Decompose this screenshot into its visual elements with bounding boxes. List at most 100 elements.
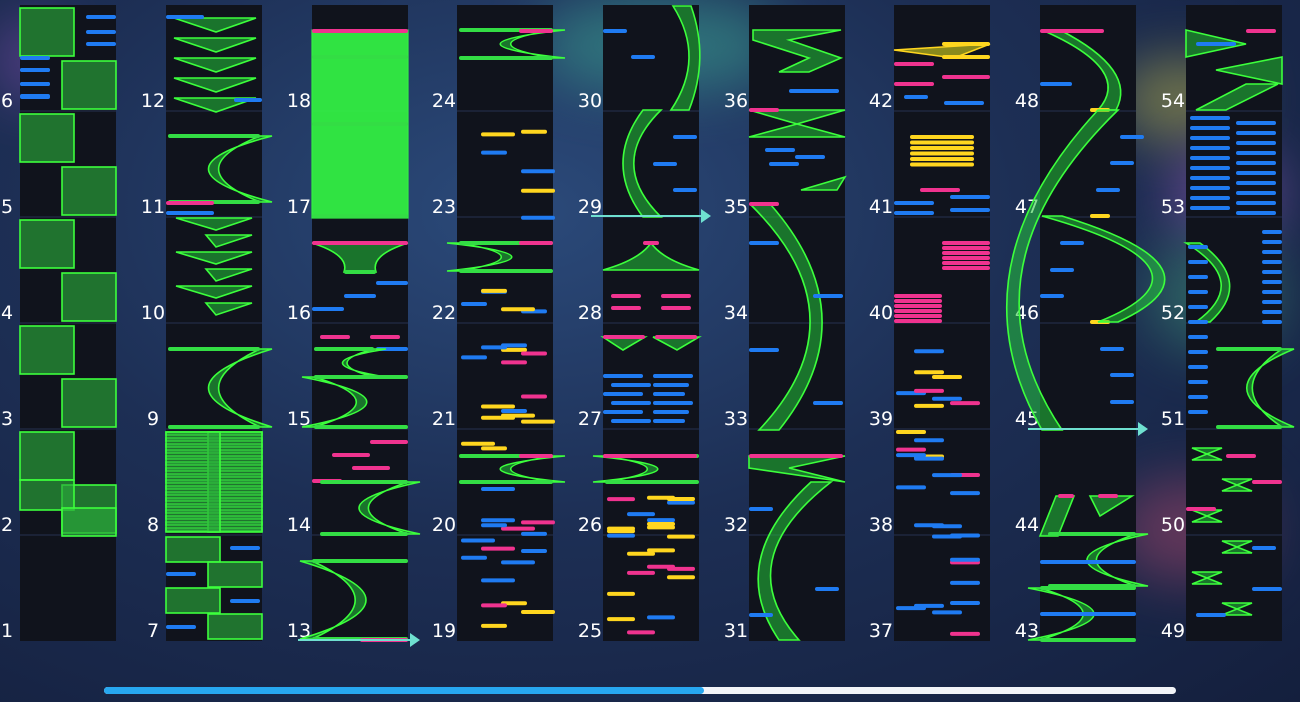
note-chart[interactable]: 1234567891011121314151617181920212223242…: [0, 0, 1300, 702]
critical-note: [607, 526, 635, 531]
measure-number-23: 23: [432, 196, 456, 218]
tap-note: [1110, 400, 1134, 404]
tap-note: [1188, 320, 1208, 324]
tap-note: [1252, 587, 1282, 591]
flick-note: [312, 29, 408, 33]
hold-note: [165, 587, 221, 614]
hold-end-note: [1048, 532, 1136, 536]
tap-note: [914, 349, 944, 354]
tap-note: [1190, 156, 1230, 160]
tap-note: [950, 195, 990, 199]
hold-end-note: [314, 375, 408, 379]
flick-note: [481, 603, 507, 608]
tap-note: [20, 56, 50, 60]
tap-note: [1050, 268, 1074, 272]
tap-note: [501, 408, 527, 413]
tap-note: [1188, 305, 1208, 309]
hold-end-note: [459, 480, 553, 484]
critical-note: [521, 129, 547, 134]
tap-note: [521, 549, 547, 554]
scrollbar-thumb[interactable]: [104, 687, 705, 694]
tap-note: [1236, 121, 1276, 125]
tap-note: [914, 438, 944, 443]
hold-end-note: [344, 270, 376, 274]
critical-note: [910, 162, 974, 167]
flick-note: [942, 246, 990, 250]
flick-note: [942, 75, 990, 79]
tap-note: [667, 500, 695, 505]
tap-note: [1190, 126, 1230, 130]
tap-note: [521, 215, 555, 220]
tap-note: [1190, 206, 1230, 210]
critical-note: [910, 135, 974, 139]
flick-note: [1098, 494, 1118, 498]
flick-note: [942, 241, 990, 245]
tap-note: [627, 512, 655, 517]
scrollbar[interactable]: [104, 687, 1176, 694]
tap-note: [461, 302, 487, 307]
tap-note: [1190, 196, 1230, 200]
flick-note: [519, 241, 553, 245]
measure-number-52: 52: [1161, 302, 1185, 324]
measure-number-32: 32: [724, 514, 748, 536]
tap-note: [1236, 181, 1276, 185]
measure-number-10: 10: [141, 302, 165, 324]
tap-note: [1188, 395, 1208, 399]
tap-note: [896, 453, 926, 458]
measure-number-16: 16: [287, 302, 311, 324]
flick-note: [370, 335, 400, 339]
tap-note: [611, 383, 651, 387]
measure-number-37: 37: [869, 620, 893, 642]
tap-note: [1060, 241, 1084, 245]
flick-note: [749, 108, 779, 112]
critical-note: [521, 188, 555, 193]
tap-note: [1252, 546, 1276, 550]
hold-note: [19, 7, 75, 57]
critical-note: [607, 617, 635, 622]
hold-end-note: [314, 425, 408, 429]
hold-end-note: [320, 480, 408, 484]
hold-end-note: [1216, 347, 1282, 351]
slide-marker-arrow: [1138, 422, 1148, 436]
tap-note: [749, 241, 779, 245]
hold-end-note: [459, 56, 553, 60]
measure-number-22: 22: [432, 302, 456, 324]
flick-note: [749, 202, 779, 206]
tap-note: [1190, 176, 1230, 180]
tap-note: [611, 401, 651, 405]
tap-note: [653, 162, 677, 166]
flick-note: [643, 241, 659, 245]
tap-note: [481, 518, 515, 523]
tap-note: [20, 82, 50, 86]
critical-note: [481, 132, 515, 137]
hold-end-note: [168, 347, 260, 351]
measure-number-14: 14: [287, 514, 311, 536]
tap-note: [1236, 161, 1276, 165]
hold-end-note: [1040, 638, 1136, 642]
tap-note: [1262, 320, 1282, 324]
tap-note: [673, 135, 697, 139]
flick-note: [942, 261, 990, 265]
critical-note: [627, 551, 655, 556]
measure-number-31: 31: [724, 620, 748, 642]
tap-note: [603, 29, 627, 33]
tap-note: [1040, 560, 1136, 564]
tap-note: [647, 518, 675, 523]
flick-note: [521, 394, 547, 399]
tap-note: [376, 281, 408, 285]
hold-note: [207, 561, 263, 588]
tap-note: [603, 392, 643, 396]
tap-note: [627, 630, 655, 635]
measure-number-54: 54: [1161, 90, 1185, 112]
tap-note: [904, 95, 928, 99]
tap-note: [481, 486, 515, 491]
flick-note: [1058, 494, 1074, 498]
flick-note: [611, 294, 641, 298]
tap-note: [166, 211, 214, 215]
critical-note: [914, 403, 944, 408]
critical-note: [481, 404, 515, 409]
tap-note: [815, 587, 839, 591]
flick-note: [519, 454, 553, 458]
critical-note: [481, 446, 507, 451]
flick-note: [655, 335, 697, 339]
